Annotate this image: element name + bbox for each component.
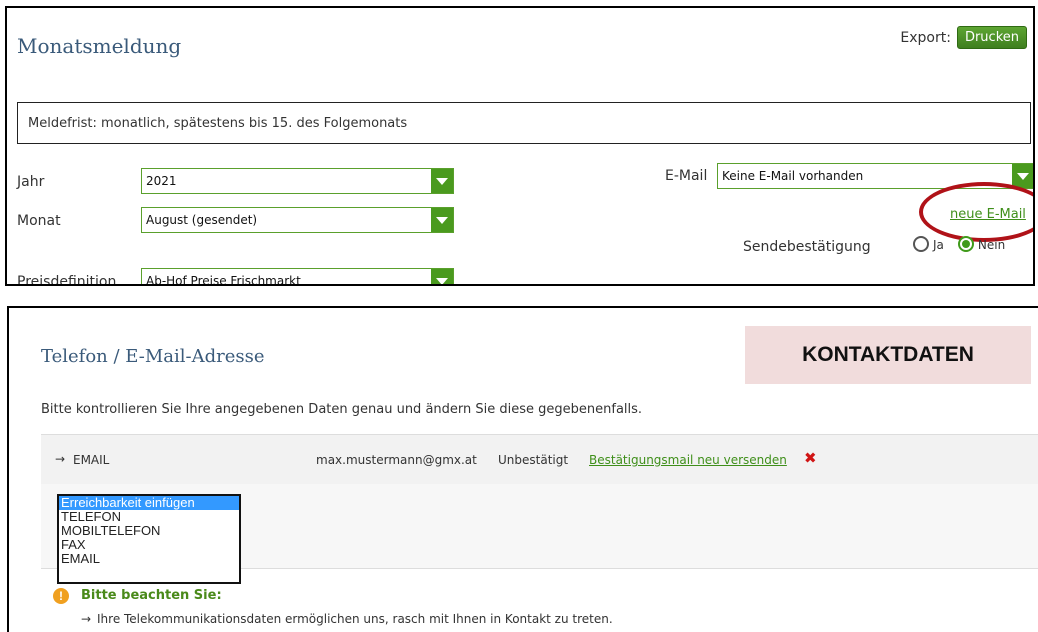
- email-select-value: Keine E-Mail vorhanden: [722, 169, 864, 183]
- contact-data-panel: Telefon / E-Mail-Adresse KONTAKTDATEN Bi…: [7, 306, 1038, 632]
- contact-description: Bitte kontrollieren Sie Ihre angegebenen…: [41, 402, 643, 417]
- contact-status: Unbestätigt: [498, 453, 569, 467]
- table-row: → EMAIL max.mustermann@gmx.at Unbestätig…: [41, 434, 1038, 486]
- radio-no[interactable]: [957, 236, 974, 252]
- month-select-value: August (gesendet): [146, 213, 258, 227]
- resend-confirmation-link[interactable]: Bestätigungsmail neu versenden: [589, 453, 787, 467]
- listbox-option-phone[interactable]: TELEFON: [59, 510, 239, 524]
- export-bar: Export: Drucken: [900, 26, 1027, 49]
- note-arrow-icon: →: [81, 612, 92, 626]
- contact-type-listbox[interactable]: Erreichbarkeit einfügen TELEFON MOBILTEL…: [57, 494, 241, 584]
- export-label: Export:: [900, 29, 951, 46]
- chevron-down-icon[interactable]: [431, 208, 453, 232]
- year-select[interactable]: 2021: [141, 168, 454, 194]
- price-definition-label: Preisdefinition: [17, 274, 117, 286]
- new-email-link[interactable]: neue E-Mail: [950, 207, 1026, 222]
- chevron-down-icon[interactable]: [431, 169, 453, 193]
- row-arrow-icon: →: [55, 452, 66, 466]
- price-definition-value: Ab-Hof Preise Frischmarkt: [146, 274, 301, 286]
- note-text: Ihre Telekommunikationsdaten ermöglichen…: [97, 612, 613, 626]
- chevron-down-icon[interactable]: [1012, 164, 1033, 188]
- delete-icon[interactable]: ✖: [804, 449, 817, 467]
- listbox-option-mobile[interactable]: MOBILTELEFON: [59, 524, 239, 538]
- contact-title: Telefon / E-Mail-Adresse: [41, 346, 265, 367]
- note-title: Bitte beachten Sie:: [81, 588, 222, 603]
- monthly-report-panel: Monatsmeldung Export: Drucken Meldefrist…: [5, 6, 1035, 286]
- deadline-notice-text: Meldefrist: monatlich, spätestens bis 15…: [28, 115, 408, 131]
- radio-no-label: Nein: [977, 238, 1006, 252]
- send-confirmation-label: Sendebestätigung: [743, 239, 871, 255]
- year-select-value: 2021: [146, 174, 177, 188]
- chevron-down-icon[interactable]: [431, 269, 453, 284]
- contact-type: EMAIL: [73, 453, 110, 467]
- listbox-option-email[interactable]: EMAIL: [59, 552, 239, 566]
- price-definition-select[interactable]: Ab-Hof Preise Frischmarkt: [141, 268, 454, 286]
- month-label: Monat: [17, 213, 61, 229]
- info-icon: !: [53, 588, 69, 604]
- page-title: Monatsmeldung: [17, 34, 182, 58]
- print-button[interactable]: Drucken: [956, 26, 1027, 49]
- deadline-notice: Meldefrist: monatlich, spätestens bis 15…: [17, 102, 1031, 144]
- contact-badge: KONTAKTDATEN: [745, 326, 1031, 384]
- radio-yes[interactable]: [913, 236, 929, 252]
- listbox-option-fax[interactable]: FAX: [59, 538, 239, 552]
- listbox-option-add[interactable]: Erreichbarkeit einfügen: [59, 496, 239, 510]
- month-select[interactable]: August (gesendet): [141, 207, 454, 233]
- radio-yes-label: Ja: [933, 238, 944, 252]
- contact-address: max.mustermann@gmx.at: [316, 453, 477, 467]
- year-label: Jahr: [17, 174, 45, 190]
- email-label: E-Mail: [665, 168, 708, 184]
- confirmation-radio-group: Ja Nein: [913, 236, 1005, 252]
